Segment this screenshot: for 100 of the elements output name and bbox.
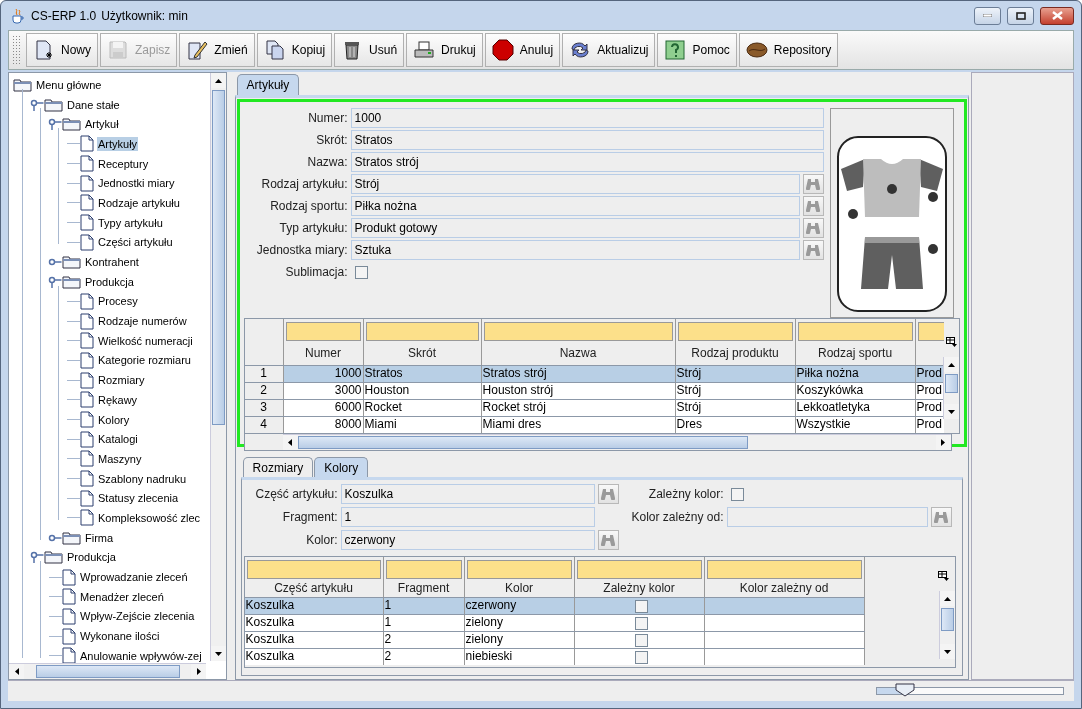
column-header[interactable]: Fragment [397, 581, 450, 595]
text-field[interactable]: Piłka nożna [350, 196, 800, 216]
scroll-left-button[interactable] [282, 435, 298, 450]
toolbar-button[interactable]: Kopiuj [256, 33, 333, 67]
tree-item[interactable]: Wielkość numeracji [97, 333, 194, 348]
tree-item[interactable]: Dane stałe [66, 97, 121, 112]
text-field[interactable]: Produkt gotowy [350, 218, 800, 238]
tree-item[interactable]: Części artykułu [97, 235, 174, 250]
text-field[interactable]: Strój [350, 174, 800, 194]
maximize-button[interactable] [1007, 6, 1034, 25]
tab[interactable]: Rozmiary [242, 457, 314, 477]
scrollbar[interactable] [209, 73, 226, 661]
text-field[interactable]: Stratos strój [350, 152, 824, 172]
tree-item[interactable]: Menu główne [35, 77, 103, 92]
filter-field[interactable] [706, 560, 862, 579]
tree-item[interactable]: Rękawy [97, 392, 139, 407]
lookup-button[interactable] [802, 218, 824, 238]
lookup-button[interactable] [597, 484, 619, 504]
tree-item[interactable]: Wykonane ilości [79, 629, 161, 644]
filter-field[interactable] [483, 322, 673, 341]
toolbar-button[interactable]: Zmień [179, 33, 255, 67]
lookup-button[interactable] [597, 530, 619, 550]
tree-item[interactable]: Szablony nadruku [97, 471, 188, 486]
scroll-up-button[interactable] [944, 357, 960, 372]
filter-field[interactable] [797, 322, 913, 341]
tree-item[interactable]: Artykuł [84, 117, 120, 132]
tree-item[interactable]: Statusy zlecenia [97, 491, 180, 506]
tree-item[interactable]: Kompleksowość zlec [97, 510, 202, 525]
tree-item[interactable]: Kolory [97, 412, 131, 427]
filter-field[interactable] [466, 560, 572, 579]
scroll-down-button[interactable] [944, 404, 960, 419]
expanded-handle-icon[interactable] [30, 551, 44, 564]
scrollbar-thumb[interactable] [36, 665, 180, 678]
checkbox[interactable] [634, 599, 648, 613]
expanded-handle-icon[interactable] [48, 275, 62, 288]
scrollbar-thumb[interactable] [940, 608, 954, 631]
toolbar-button[interactable]: Nowy [26, 33, 98, 67]
filter-field[interactable] [365, 322, 479, 341]
scroll-right-button[interactable] [191, 664, 206, 679]
column-header[interactable]: Część artykułu [274, 581, 353, 595]
tree-item[interactable]: Anulowanie wpływów-zej [79, 648, 203, 663]
tree-item[interactable]: Katalogi [97, 432, 139, 447]
scrollbar[interactable] [943, 357, 960, 419]
text-field[interactable]: Stratos [350, 130, 824, 150]
expanded-handle-icon[interactable] [48, 118, 62, 131]
tree-item[interactable]: Receptury [97, 156, 150, 171]
column-header[interactable]: Kolor zależny od [739, 581, 829, 595]
column-chooser-icon[interactable] [945, 337, 957, 347]
checkbox[interactable] [634, 616, 648, 630]
scrollbar-thumb[interactable] [211, 90, 225, 425]
column-header[interactable]: Nazwa [559, 346, 597, 360]
filter-field[interactable] [677, 322, 793, 341]
column-header[interactable]: Skrót [408, 346, 437, 360]
column-header[interactable]: Zależny kolor [603, 581, 675, 595]
tree-item[interactable]: Rodzaje numerów [97, 314, 188, 329]
scrollbar[interactable] [9, 663, 206, 679]
toolbar-button[interactable]: Anuluj [484, 33, 561, 67]
tree-item[interactable]: Maszyny [97, 451, 143, 466]
column-chooser-icon[interactable] [937, 571, 949, 581]
scroll-right-button[interactable] [935, 435, 951, 450]
text-field[interactable]: 1000 [350, 108, 824, 128]
tree-item[interactable]: Kategorie rozmiaru [97, 353, 192, 368]
slider-thumb[interactable] [894, 683, 915, 697]
close-button[interactable] [1040, 6, 1074, 25]
tree-item[interactable]: Wprowadzanie zleceń [79, 570, 189, 585]
tab[interactable]: Artykuły [236, 74, 300, 95]
text-field[interactable]: Koszulka [340, 484, 595, 504]
filter-field[interactable] [385, 560, 462, 579]
tree-item[interactable]: Produkcja [66, 550, 117, 565]
tree-item[interactable]: Artykuły [97, 136, 139, 151]
tree-item[interactable]: Menadżer zleceń [79, 589, 165, 604]
checkbox[interactable] [634, 650, 648, 664]
tree-item[interactable]: Typy artykułu [97, 215, 164, 230]
checkbox[interactable] [730, 487, 744, 501]
column-header[interactable]: Kolor [505, 581, 534, 595]
scroll-down-button[interactable] [210, 646, 226, 661]
toolbar-button[interactable]: Usuń [334, 33, 405, 67]
toolbar-button[interactable]: Repository [738, 33, 839, 67]
tree-item[interactable]: Produkcja [84, 274, 135, 289]
lookup-button[interactable] [930, 507, 952, 527]
text-field[interactable] [726, 507, 928, 527]
scrollbar[interactable] [938, 591, 955, 659]
lookup-button[interactable] [802, 240, 824, 260]
lookup-button[interactable] [802, 174, 824, 194]
text-field[interactable]: 1 [340, 507, 595, 527]
lookup-button[interactable] [802, 196, 824, 216]
scrollbar-thumb[interactable] [297, 436, 748, 449]
checkbox[interactable] [634, 633, 648, 647]
tree-item[interactable]: Procesy [97, 294, 139, 309]
checkbox[interactable] [354, 265, 368, 279]
filter-field[interactable] [246, 560, 381, 579]
text-field[interactable]: Sztuka [350, 240, 800, 260]
tab[interactable]: Kolory [314, 457, 369, 477]
filter-field[interactable] [576, 560, 702, 579]
toolbar-button[interactable]: Drukuj [406, 33, 483, 67]
text-field[interactable]: czerwony [340, 530, 595, 550]
minimize-button[interactable] [974, 6, 1001, 25]
toolbar-button[interactable]: Pomoc [657, 33, 737, 67]
toolbar-button[interactable]: Aktualizuj [562, 33, 656, 67]
scroll-up-button[interactable] [210, 73, 226, 88]
